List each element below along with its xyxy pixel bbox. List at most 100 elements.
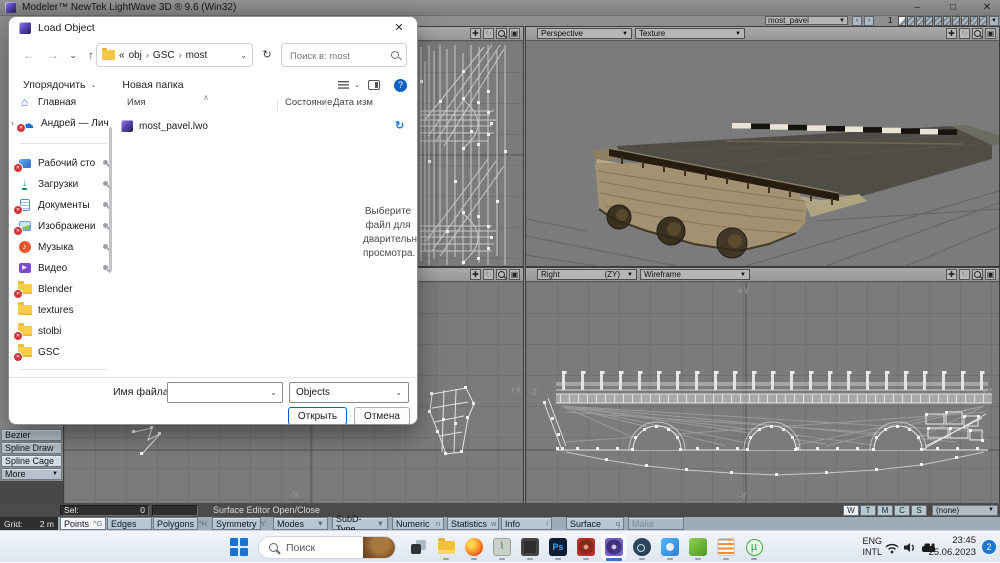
pan-icon[interactable]: ✚ [470,28,481,39]
clock[interactable]: 23:45 25.06.2023 [928,535,976,559]
view-mode-menu[interactable]: ⌄ [338,81,360,90]
zoom-icon[interactable] [972,28,983,39]
close-button[interactable]: ✕ [972,0,1000,15]
viewport-right-view[interactable]: Right (ZY) ▼ Wireframe ▼ ✚ ↻ ▣ [525,267,1000,504]
language-indicator[interactable]: ENG INTL [862,536,882,558]
layer-cell[interactable] [916,16,924,26]
refresh-icon[interactable]: ↻ [258,45,276,65]
sidebar-item-stolbi[interactable]: stolbi [17,322,111,340]
column-header-name[interactable]: Имя [127,97,146,108]
cancel-button[interactable]: Отмена [354,407,410,425]
organize-menu[interactable]: Упорядочить ⌄ [23,79,96,91]
sidebar-item-downloads[interactable]: ↓ Загрузки [17,175,111,193]
search-input[interactable] [288,47,388,65]
render-mode-dropdown[interactable]: Wireframe ▼ [640,269,750,280]
sidebar-item-textures[interactable]: textures [17,301,111,319]
layer-cell[interactable] [934,16,942,26]
recent-locations-icon[interactable]: ⌄ [63,45,83,65]
symmetry-button[interactable]: SymmetryY [212,517,261,530]
expand-icon[interactable]: ▣ [985,269,996,280]
sidebar-item-videos[interactable]: ▶ Видео [17,259,111,277]
next-layer-button[interactable]: › [864,16,874,26]
vmap-selector-dropdown[interactable]: (none) ▼ [932,505,998,516]
sidebar-scrollbar[interactable] [109,127,112,272]
pan-icon[interactable]: ✚ [946,28,957,39]
vmap-morph-button[interactable]: M [877,505,893,516]
rotate-icon[interactable]: ↻ [483,269,494,280]
vmap-texture-button[interactable]: T [860,505,876,516]
layer-cell[interactable] [979,16,987,26]
tray-chevron-icon[interactable]: ∧ [0,541,850,552]
make-button[interactable]: Make [628,517,684,530]
column-header-date[interactable]: Дата изм [333,97,373,108]
expand-icon[interactable]: ▣ [985,28,996,39]
dialog-titlebar[interactable]: Load Object [9,17,417,39]
layer-cell[interactable] [961,16,969,26]
search-box[interactable] [281,43,407,67]
modes-dropdown[interactable]: Modes▼ [273,517,328,530]
subd-type-dropdown[interactable]: SubD-Type▼ [332,517,388,530]
layer-cell[interactable] [925,16,933,26]
breadcrumb-segment[interactable]: obj [129,50,142,61]
sidebar-item-documents[interactable]: Документы [17,196,111,214]
sidebar-item-pictures[interactable]: Изображени [17,217,111,235]
back-icon[interactable]: ← [19,45,39,65]
viewport-right-canvas[interactable]: +Y -Y -Z +Z [526,282,999,503]
rotate-icon[interactable]: ↻ [959,28,970,39]
sidebar-item-gsc[interactable]: GSC [17,343,111,361]
pan-icon[interactable]: ✚ [470,269,481,280]
rotate-icon[interactable]: ↻ [483,28,494,39]
tool-spline-draw-button[interactable]: Spline Draw [1,442,62,454]
pan-icon[interactable]: ✚ [946,269,957,280]
chevron-right-icon[interactable]: › [11,118,14,128]
layer-cell[interactable] [943,16,951,26]
dialog-close-icon[interactable]: ✕ [389,20,409,36]
forward-icon[interactable]: → [43,45,63,65]
numeric-button[interactable]: Numericn [392,517,444,530]
file-type-select[interactable]: Objects ⌄ [289,382,409,403]
layer-cell[interactable] [952,16,960,26]
view-type-dropdown[interactable]: Right (ZY) ▼ [537,269,637,280]
statistics-button[interactable]: Statisticsw [447,517,499,530]
expand-icon[interactable]: ▣ [509,269,520,280]
tool-spline-cage-button[interactable]: Spline Cage [1,455,62,467]
zoom-icon[interactable] [972,269,983,280]
object-selector[interactable]: most_pavel ▼ [765,16,848,25]
sidebar-item-music[interactable]: ♪ Музыка [17,238,111,256]
surface-button[interactable]: Surfaceq [566,517,624,530]
layer-bank[interactable] [898,16,987,26]
zoom-icon[interactable] [496,28,507,39]
tool-bezier-button[interactable]: Bezier [1,429,62,441]
layer-dropdown[interactable]: ▼ [989,16,999,26]
tool-more-dropdown[interactable]: More ▼ [1,468,62,480]
chevron-down-icon[interactable]: ⌄ [270,388,277,397]
minimize-button[interactable]: – [902,0,932,15]
prev-layer-button[interactable]: ‹ [852,16,862,26]
render-mode-dropdown[interactable]: Texture ▼ [635,28,745,39]
viewport-perspective[interactable]: Perspective ▼ Texture ▼ ✚ ↻ ▣ [525,26,1000,267]
notification-badge[interactable]: 2 [982,540,996,554]
sidebar-item-onedrive[interactable]: › ☁ Андрей — Лич [11,114,111,132]
preview-pane-toggle[interactable] [368,80,380,90]
help-button[interactable]: ? [394,79,407,92]
vmap-color-button[interactable]: C [894,505,910,516]
sidebar-item-home[interactable]: ⌂ Главная [17,93,111,111]
viewport-perspective-canvas[interactable] [526,41,999,266]
expand-icon[interactable]: ▣ [509,28,520,39]
view-type-dropdown[interactable]: Perspective ▼ [537,28,632,39]
breadcrumb-segment[interactable]: most [186,50,208,61]
points-mode-button[interactable]: Points^G [60,517,106,530]
vmap-weight-button[interactable]: W [843,505,859,516]
new-folder-button[interactable]: Новая папка [122,79,183,91]
breadcrumb[interactable]: « obj › GSC › most ⌄ [96,43,253,67]
layer-cell[interactable] [907,16,915,26]
filename-combo[interactable]: ⌄ [167,382,283,403]
zoom-icon[interactable] [496,269,507,280]
maximize-button[interactable]: □ [938,0,968,15]
layer-cell[interactable] [898,16,906,26]
breadcrumb-segment[interactable]: GSC [153,50,175,61]
layer-cell[interactable] [970,16,978,26]
open-button[interactable]: Открыть [288,407,347,425]
file-row[interactable]: most_pavel.lwo ↻ 25.06.202 [113,117,363,135]
sidebar-item-desktop[interactable]: Рабочий сто [17,154,111,172]
